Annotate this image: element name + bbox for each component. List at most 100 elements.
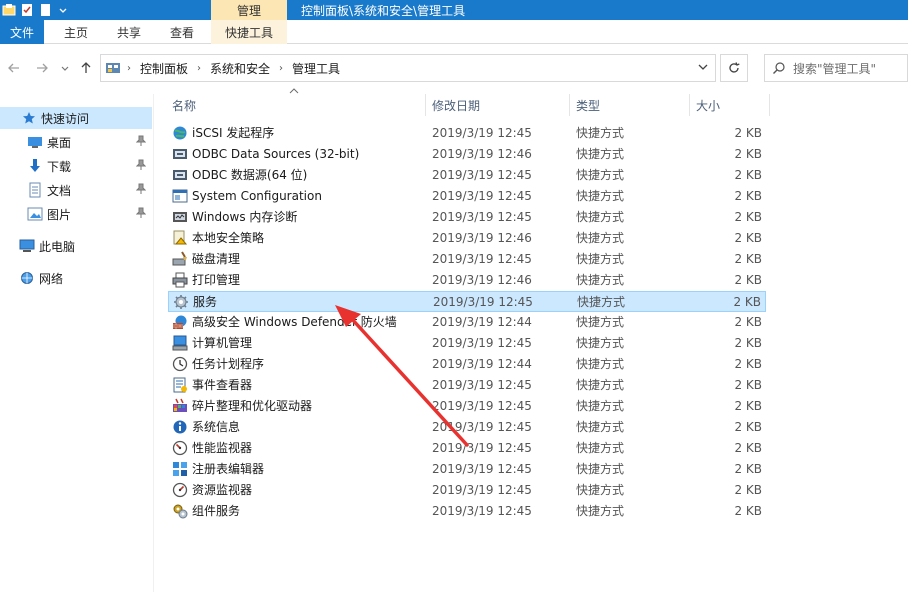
refresh-button[interactable] xyxy=(720,54,748,82)
file-row[interactable]: ODBC 数据源(64 位) 2019/3/19 12:45 快捷方式 2 KB xyxy=(168,165,766,186)
back-button[interactable] xyxy=(4,58,24,78)
search-placeholder: 搜索"管理工具" xyxy=(793,61,877,76)
firewall-icon xyxy=(172,314,188,330)
desktop-icon xyxy=(26,134,44,150)
file-modified-date: 2019/3/19 12:45 xyxy=(432,126,532,140)
tab-file[interactable]: 文件 xyxy=(0,20,44,44)
nav-network[interactable]: 网络 xyxy=(0,267,152,289)
breadcrumb-system-security[interactable]: 系统和安全 xyxy=(210,60,270,77)
nav-downloads[interactable]: 下载 xyxy=(0,155,152,177)
file-type: 快捷方式 xyxy=(576,399,625,413)
file-type: 快捷方式 xyxy=(576,168,625,182)
pin-icon[interactable] xyxy=(135,207,147,222)
file-row[interactable]: Windows 内存诊断 2019/3/19 12:45 快捷方式 2 KB xyxy=(168,207,766,228)
file-name: 组件服务 xyxy=(192,504,241,518)
file-row[interactable]: 系统信息 2019/3/19 12:45 快捷方式 2 KB xyxy=(168,417,766,438)
quick-access-toolbar xyxy=(0,0,72,20)
file-row[interactable]: 组件服务 2019/3/19 12:45 快捷方式 2 KB xyxy=(168,501,766,522)
star-icon xyxy=(20,110,38,126)
forward-arrow-icon xyxy=(37,63,48,73)
file-size: 2 KB xyxy=(734,273,762,287)
file-modified-date: 2019/3/19 12:45 xyxy=(432,420,532,434)
context-tab-header: 管理 xyxy=(211,0,287,20)
properties-icon[interactable] xyxy=(18,1,36,19)
file-name: 碎片整理和优化驱动器 xyxy=(192,399,313,413)
nav-pictures[interactable]: 图片 xyxy=(0,203,152,225)
file-row[interactable]: 计算机管理 2019/3/19 12:45 快捷方式 2 KB xyxy=(168,333,766,354)
pin-icon[interactable] xyxy=(135,135,147,150)
address-bar[interactable]: › 控制面板 › 系统和安全 › 管理工具 xyxy=(100,54,716,82)
chevron-down-icon xyxy=(61,66,69,71)
file-modified-date: 2019/3/19 12:46 xyxy=(432,273,532,287)
up-button[interactable] xyxy=(76,58,96,78)
services-gear-icon xyxy=(173,294,189,310)
breadcrumb-control-panel[interactable]: 控制面板 xyxy=(140,60,188,77)
pin-icon[interactable] xyxy=(135,183,147,198)
tab-share[interactable]: 共享 xyxy=(106,20,152,44)
customize-toolbar-chevron-icon[interactable] xyxy=(54,1,72,19)
nav-desktop[interactable]: 桌面 xyxy=(0,131,152,153)
file-row[interactable]: 事件查看器 2019/3/19 12:45 快捷方式 2 KB xyxy=(168,375,766,396)
file-row[interactable]: 资源监视器 2019/3/19 12:45 快捷方式 2 KB xyxy=(168,480,766,501)
file-name: 高级安全 Windows Defender 防火墙 xyxy=(192,315,397,329)
file-name: 本地安全策略 xyxy=(192,231,265,245)
component-services-icon xyxy=(172,503,188,519)
file-row[interactable]: iSCSI 发起程序 2019/3/19 12:45 快捷方式 2 KB xyxy=(168,123,766,144)
file-row[interactable]: 本地安全策略 2019/3/19 12:46 快捷方式 2 KB xyxy=(168,228,766,249)
column-header-type[interactable]: 类型 xyxy=(570,94,690,116)
file-modified-date: 2019/3/19 12:45 xyxy=(432,504,532,518)
file-name: 事件查看器 xyxy=(192,378,253,392)
file-modified-date: 2019/3/19 12:45 xyxy=(432,189,532,203)
resource-monitor-icon xyxy=(172,482,188,498)
search-box[interactable]: 搜索"管理工具" xyxy=(764,54,908,82)
file-modified-date: 2019/3/19 12:45 xyxy=(432,441,532,455)
file-size: 2 KB xyxy=(734,168,762,182)
new-folder-icon[interactable] xyxy=(36,1,54,19)
tab-home[interactable]: 主页 xyxy=(52,20,100,44)
file-row[interactable]: 高级安全 Windows Defender 防火墙 2019/3/19 12:44… xyxy=(168,312,766,333)
search-icon xyxy=(765,61,793,75)
nav-this-pc[interactable]: 此电脑 xyxy=(0,235,152,257)
file-row[interactable]: ODBC Data Sources (32-bit) 2019/3/19 12:4… xyxy=(168,144,766,165)
breadcrumb-admin-tools[interactable]: 管理工具 xyxy=(292,60,340,77)
performance-monitor-icon xyxy=(172,440,188,456)
navigation-pane: 快速访问 桌面 下载 文档 图片 此电脑 网络 xyxy=(0,94,154,592)
pin-icon[interactable] xyxy=(135,159,147,174)
file-row[interactable]: 碎片整理和优化驱动器 2019/3/19 12:45 快捷方式 2 KB xyxy=(168,396,766,417)
file-type: 快捷方式 xyxy=(576,483,625,497)
file-row[interactable]: 服务 2019/3/19 12:45 快捷方式 2 KB xyxy=(168,291,766,312)
ribbon-tabs: 文件 主页 共享 查看 快捷工具 xyxy=(0,20,908,44)
file-row[interactable]: System Configuration 2019/3/19 12:45 快捷方式 2… xyxy=(168,186,766,207)
file-modified-date: 2019/3/19 12:45 xyxy=(432,378,532,392)
file-name: ODBC 数据源(64 位) xyxy=(192,168,308,182)
address-dropdown-button[interactable] xyxy=(697,61,709,76)
file-row[interactable]: 注册表编辑器 2019/3/19 12:45 快捷方式 2 KB xyxy=(168,459,766,480)
nav-documents[interactable]: 文档 xyxy=(0,179,152,201)
file-row[interactable]: 磁盘清理 2019/3/19 12:45 快捷方式 2 KB xyxy=(168,249,766,270)
file-type: 快捷方式 xyxy=(577,295,626,309)
file-type: 快捷方式 xyxy=(576,441,625,455)
recent-locations-button[interactable] xyxy=(58,58,72,78)
breadcrumb-separator-icon: › xyxy=(197,62,202,74)
file-row[interactable]: 打印管理 2019/3/19 12:46 快捷方式 2 KB xyxy=(168,270,766,291)
file-name: 磁盘清理 xyxy=(192,252,241,266)
nav-quick-access[interactable]: 快速访问 xyxy=(0,107,152,129)
column-header-date[interactable]: 修改日期 xyxy=(426,94,570,116)
forward-button[interactable] xyxy=(32,58,52,78)
file-type: 快捷方式 xyxy=(576,357,625,371)
column-header-name[interactable]: 名称 xyxy=(166,94,426,116)
file-modified-date: 2019/3/19 12:44 xyxy=(432,315,532,329)
document-icon xyxy=(26,182,44,198)
back-arrow-icon xyxy=(8,63,19,73)
file-row[interactable]: 性能监视器 2019/3/19 12:45 快捷方式 2 KB xyxy=(168,438,766,459)
address-row: › 控制面板 › 系统和安全 › 管理工具 搜索"管理工具" xyxy=(0,50,908,86)
tab-shortcut-tools[interactable]: 快捷工具 xyxy=(211,20,287,44)
explorer-app-icon[interactable] xyxy=(0,1,18,19)
file-name: 计算机管理 xyxy=(192,336,253,350)
file-size: 2 KB xyxy=(734,420,762,434)
column-header-size[interactable]: 大小 xyxy=(690,94,770,116)
memory-icon xyxy=(172,209,188,225)
file-row[interactable]: 任务计划程序 2019/3/19 12:44 快捷方式 2 KB xyxy=(168,354,766,375)
nav-this-pc-label: 此电脑 xyxy=(39,239,76,254)
tab-view[interactable]: 查看 xyxy=(158,20,206,44)
